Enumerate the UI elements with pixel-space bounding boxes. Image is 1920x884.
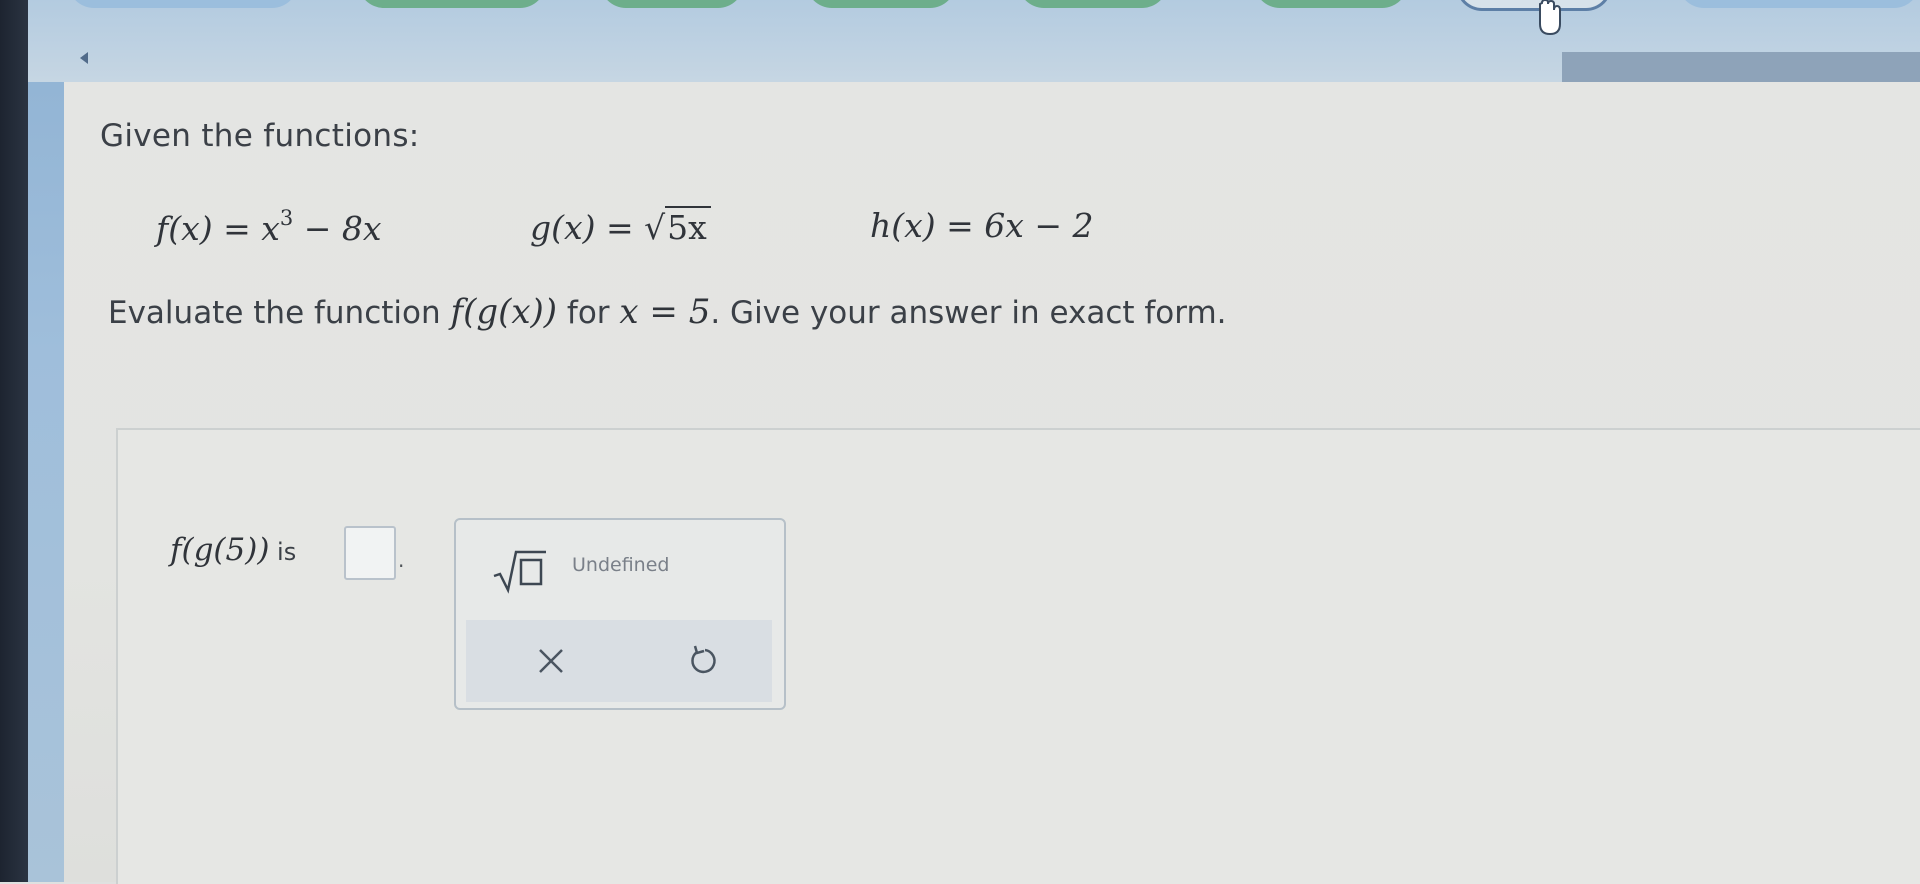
nav-tab[interactable] <box>358 0 546 8</box>
back-arrow-icon[interactable] <box>80 52 88 64</box>
answer-area <box>116 428 1920 884</box>
pointer-hand-icon <box>1539 0 1561 36</box>
x-condition: x = 5 <box>619 292 711 332</box>
nav-tab[interactable] <box>1254 0 1408 8</box>
answer-period: . <box>398 548 405 572</box>
nav-tab[interactable] <box>806 0 956 8</box>
undo-icon[interactable] <box>688 644 722 678</box>
radicand: 5x <box>665 206 711 247</box>
function-f: f(x) = x3 − 8x <box>156 206 382 248</box>
undefined-button[interactable]: Undefined <box>572 554 669 576</box>
answer-label: f(g(5)) is <box>170 532 297 568</box>
function-h: h(x) = 6x − 2 <box>870 206 1094 245</box>
nav-tab[interactable] <box>1018 0 1168 8</box>
close-icon[interactable] <box>536 646 566 676</box>
question-heading: Given the functions: <box>100 118 420 154</box>
function-g: g(x) = √5x <box>530 206 711 247</box>
nav-tab[interactable] <box>1678 0 1920 8</box>
screen-bezel <box>0 0 28 882</box>
question-prompt: Evaluate the function f(g(x)) for x = 5.… <box>108 292 1227 332</box>
progress-bar <box>1562 52 1920 82</box>
nav-tab[interactable] <box>600 0 744 8</box>
square-root-sign: √ <box>644 208 666 247</box>
composite-expression: f(g(x)) <box>450 292 558 332</box>
nav-tab[interactable] <box>68 0 298 8</box>
square-root-icon[interactable] <box>490 546 550 594</box>
keypad-action-row <box>466 620 772 702</box>
answer-input[interactable] <box>344 526 396 580</box>
math-keypad: Undefined <box>454 518 786 710</box>
